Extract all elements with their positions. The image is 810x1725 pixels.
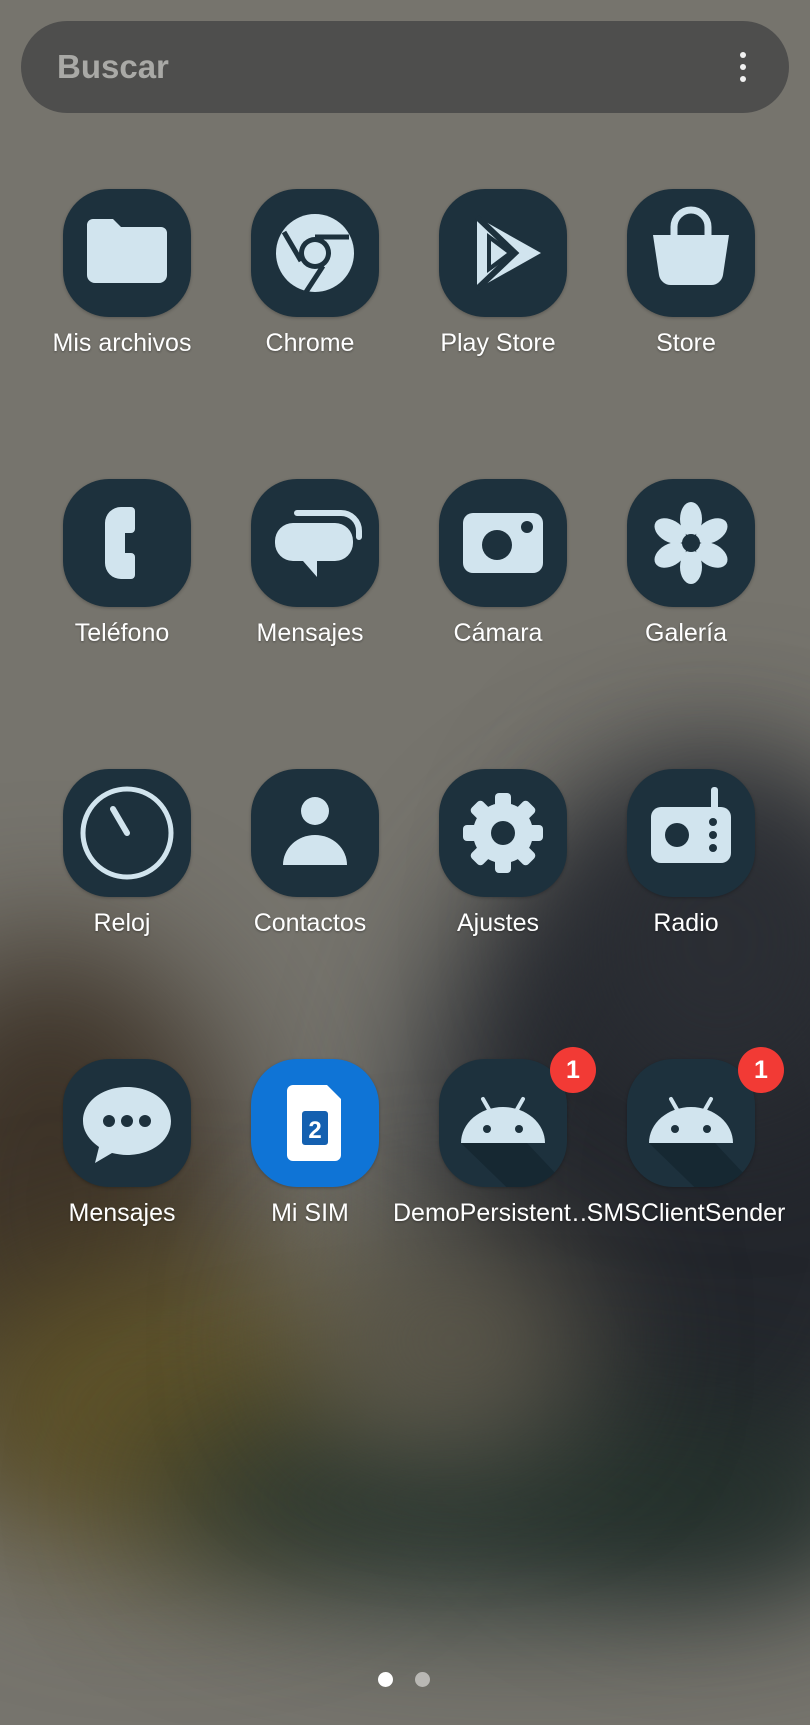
notification-badge: 1 [738, 1047, 784, 1093]
camera-icon [439, 479, 567, 607]
app-label: Cámara [453, 619, 543, 647]
clock-icon [63, 769, 191, 897]
more-vert-icon[interactable] [719, 43, 767, 91]
app-label: Ajustes [457, 909, 539, 937]
play-store-icon [439, 189, 567, 317]
app-chrome[interactable]: Chrome [215, 189, 405, 389]
app-demo-persistent-service[interactable]: 1 DemoPersistentService [393, 1047, 603, 1259]
radio-icon [627, 769, 755, 897]
message-bubble-icon [63, 1059, 191, 1187]
chrome-icon [251, 189, 379, 317]
app-label: Chrome [265, 329, 355, 357]
app-play-store[interactable]: Play Store [403, 189, 593, 389]
app-label: Mensajes [68, 1199, 176, 1227]
app-mi-sim[interactable]: 2 Mi SIM [215, 1059, 405, 1259]
app-label: Play Store [440, 329, 556, 357]
search-placeholder: Buscar [57, 48, 169, 85]
android-icon [439, 1059, 567, 1187]
app-mensajes-samsung[interactable]: Mensajes [215, 479, 405, 679]
app-telefono[interactable]: Teléfono [27, 479, 217, 679]
app-label: Reloj [93, 909, 151, 937]
app-label: Galería [645, 619, 727, 647]
chat-bubbles-icon [251, 479, 379, 607]
sim-card-icon: 2 [251, 1059, 379, 1187]
app-camara[interactable]: Cámara [403, 479, 593, 679]
app-sms-client-sender[interactable]: 1 SMSClientSender [587, 1047, 785, 1259]
phone-icon [63, 479, 191, 607]
android-icon [627, 1059, 755, 1187]
app-label: Mi SIM [271, 1199, 349, 1227]
app-label: Teléfono [74, 619, 170, 647]
folder-icon [63, 189, 191, 317]
app-mis-archivos[interactable]: Mis archivos [27, 189, 217, 389]
notification-badge: 1 [550, 1047, 596, 1093]
app-label: SMSClientSender [586, 1199, 786, 1227]
app-store[interactable]: Store [591, 189, 781, 389]
search-bar[interactable]: Buscar [21, 21, 789, 113]
app-mensajes-google[interactable]: Mensajes [27, 1059, 217, 1259]
app-label: Mis archivos [52, 329, 192, 357]
page-dot-active[interactable] [378, 1672, 393, 1687]
flower-icon [627, 479, 755, 607]
app-label: Mensajes [256, 619, 364, 647]
app-label: Contactos [253, 909, 367, 937]
app-contactos[interactable]: Contactos [215, 769, 405, 969]
app-galeria[interactable]: Galería [591, 479, 781, 679]
app-label: Radio [653, 909, 719, 937]
shopping-bag-icon [627, 189, 755, 317]
app-label: Store [656, 329, 716, 357]
app-label: DemoPersistentService [393, 1199, 603, 1227]
gear-icon [439, 769, 567, 897]
app-reloj[interactable]: Reloj [27, 769, 217, 969]
app-radio[interactable]: Radio [591, 769, 781, 969]
app-ajustes[interactable]: Ajustes [403, 769, 593, 969]
page-indicator [0, 1672, 810, 1692]
page-dot[interactable] [415, 1672, 430, 1687]
sim-number: 2 [308, 1117, 321, 1144]
person-icon [251, 769, 379, 897]
